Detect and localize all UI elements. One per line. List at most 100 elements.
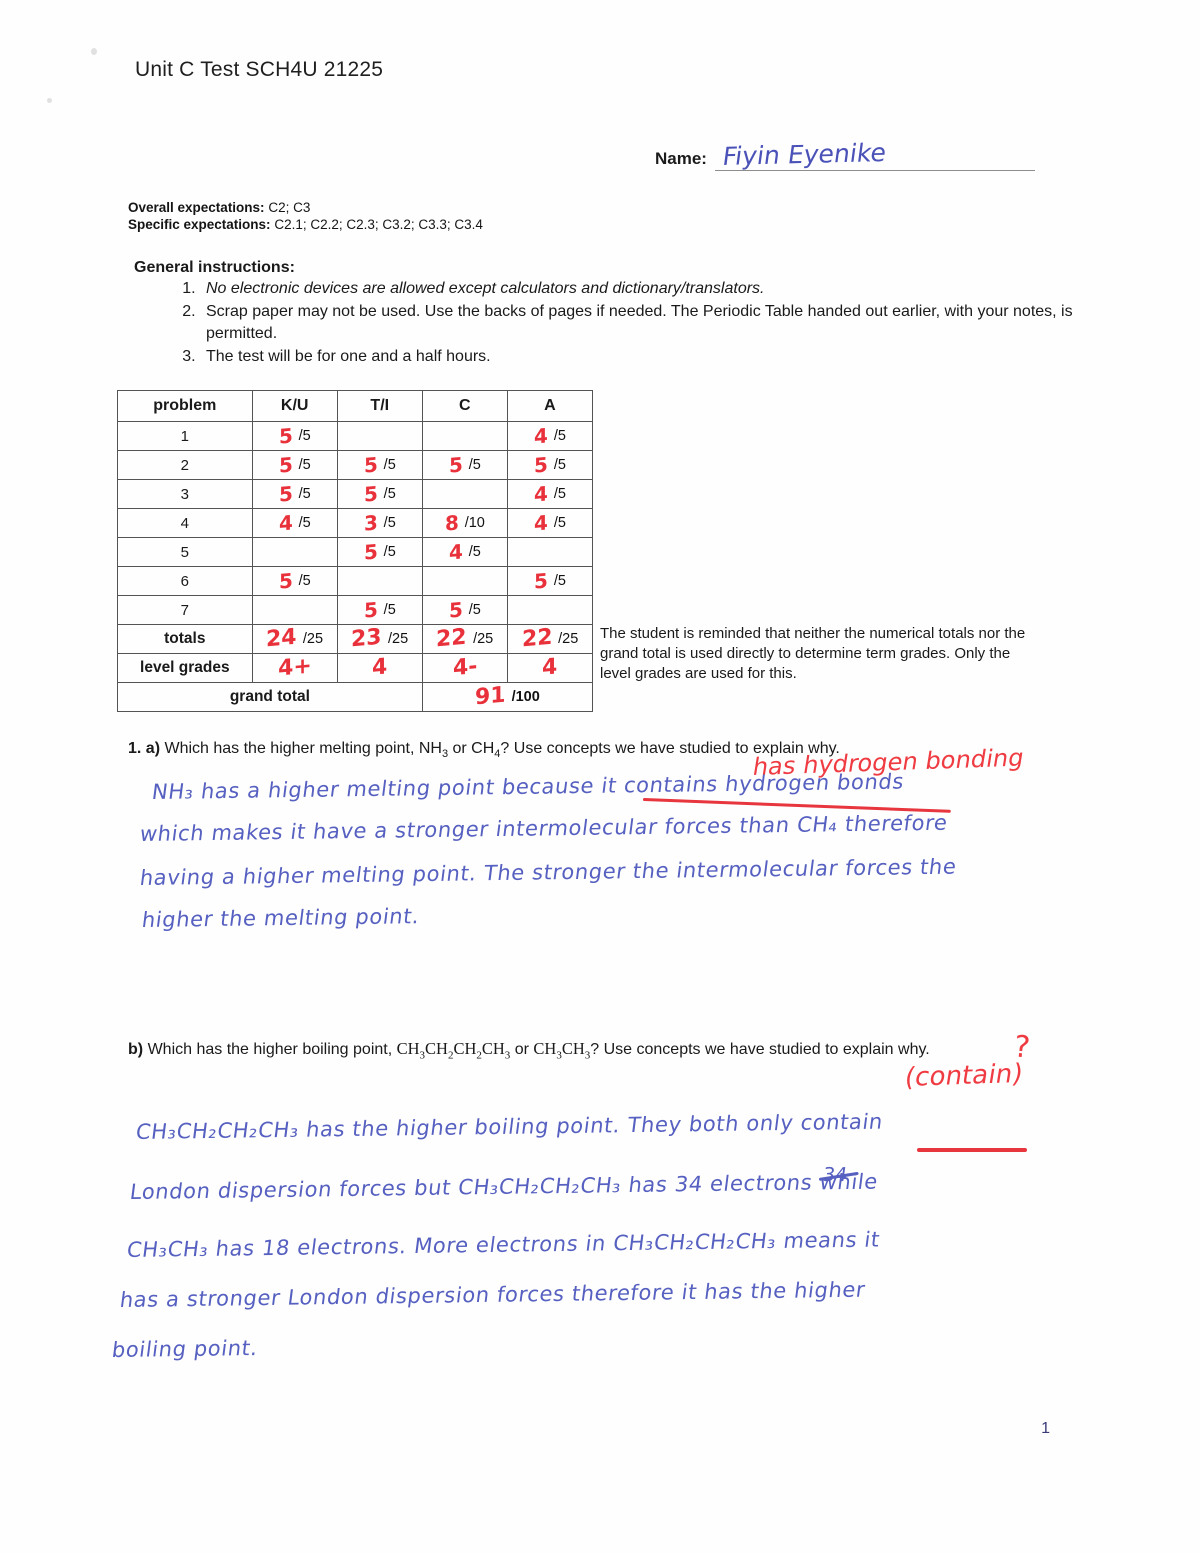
handwritten-mark: 4- bbox=[452, 653, 478, 682]
handwritten-mark: 4 bbox=[278, 510, 293, 536]
level-grade-ti: 4 bbox=[336, 653, 423, 683]
denominator: /5 bbox=[383, 486, 396, 502]
denominator: /5 bbox=[298, 457, 311, 473]
denominator: /25 bbox=[473, 631, 494, 647]
scan-speck bbox=[47, 98, 52, 103]
score-cell-ku bbox=[251, 595, 338, 625]
handwritten-mark: 22 bbox=[436, 624, 468, 653]
score-cell-a bbox=[506, 595, 594, 625]
grand-total-label: grand total bbox=[117, 682, 423, 712]
instruction-text: The test will be for one and a half hour… bbox=[206, 347, 491, 365]
score-cell-ti bbox=[336, 566, 423, 596]
score-cell-a: 5/5 bbox=[506, 450, 594, 480]
denominator: /5 bbox=[383, 544, 396, 560]
row-label: 5 bbox=[117, 537, 253, 567]
table-row: 6 5/5 5/5 bbox=[117, 566, 594, 596]
instruction-item: Scrap paper may not be used. Use the bac… bbox=[200, 301, 1100, 346]
score-cell-a: 4/5 bbox=[506, 508, 594, 538]
answer-1b-line: CH₃CH₃ has 18 electrons. More electrons … bbox=[125, 1227, 882, 1262]
handwritten-mark: 24 bbox=[266, 624, 297, 653]
denominator: /5 bbox=[383, 515, 396, 531]
totals-cell-ku: 24/25 bbox=[251, 624, 338, 654]
handwritten-mark: 5 bbox=[363, 539, 378, 565]
handwritten-mark: 23 bbox=[351, 624, 382, 653]
handwritten-mark: 4 bbox=[448, 539, 463, 565]
column-header-c: C bbox=[421, 390, 508, 422]
score-cell-c bbox=[421, 421, 508, 451]
handwritten-mark: 4 bbox=[533, 481, 548, 507]
handwritten-mark: 5 bbox=[278, 568, 293, 594]
name-handwritten-value: Fiyin Eyenike bbox=[720, 138, 888, 171]
denominator: /5 bbox=[468, 544, 481, 560]
row-label: 2 bbox=[117, 450, 253, 480]
table-row: 2 5/5 5/5 5/5 5/5 bbox=[117, 450, 594, 480]
answer-1a-line: which makes it have a stronger intermole… bbox=[138, 810, 950, 846]
level-grade-ku: 4+ bbox=[251, 653, 338, 683]
answer-1b-line: London dispersion forces but CH₃CH₂CH₂CH… bbox=[128, 1169, 880, 1204]
page-number: 1 bbox=[1041, 1420, 1050, 1437]
denominator: /5 bbox=[553, 515, 566, 531]
score-cell-ku: 5/5 bbox=[251, 479, 338, 509]
handwritten-mark: 5 bbox=[278, 481, 293, 507]
column-header-problem: problem bbox=[117, 390, 253, 422]
denominator: /5 bbox=[553, 573, 566, 589]
answer-1b-line: CH₃CH₂CH₂CH₃ has the higher boiling poin… bbox=[134, 1109, 885, 1144]
handwritten-mark: 5 bbox=[363, 597, 378, 623]
instruction-item: The test will be for one and a half hour… bbox=[200, 346, 1100, 369]
score-cell-ti: 5/5 bbox=[336, 537, 423, 567]
denominator: /25 bbox=[558, 631, 579, 647]
score-cell-c bbox=[421, 479, 508, 509]
score-cell-ti: 5/5 bbox=[336, 595, 423, 625]
answer-1b-line: boiling point. bbox=[110, 1335, 260, 1362]
denominator: /10 bbox=[464, 515, 485, 531]
denominator: /5 bbox=[383, 602, 396, 618]
table-row: 3 5/5 5/5 4/5 bbox=[117, 479, 594, 509]
score-cell-ti: 3/5 bbox=[336, 508, 423, 538]
grand-total-value: 91/100 bbox=[421, 682, 594, 712]
handwritten-mark: 3 bbox=[363, 510, 378, 536]
answer-1b-line: has a stronger London dispersion forces … bbox=[118, 1277, 867, 1312]
row-label: 7 bbox=[117, 595, 253, 625]
totals-cell-a: 22/25 bbox=[506, 624, 594, 654]
level-grade-a: 4 bbox=[506, 653, 594, 683]
denominator: /5 bbox=[298, 428, 311, 444]
teacher-annotation-1b: (contain) bbox=[902, 1058, 1025, 1093]
handwritten-mark: 5 bbox=[278, 452, 293, 478]
totals-row: totals 24/25 23/25 22/25 22/25 bbox=[117, 624, 594, 654]
specific-expectations-row: Specific expectations: C2.1; C2.2; C2.3;… bbox=[128, 216, 483, 233]
denominator: /5 bbox=[553, 428, 566, 444]
score-cell-ti bbox=[336, 421, 423, 451]
question-1a-number: 1. a) bbox=[128, 740, 161, 757]
handwritten-mark: 5 bbox=[278, 423, 293, 449]
level-grades-row: level grades 4+ 4 4- 4 bbox=[117, 653, 594, 683]
handwritten-mark: 5 bbox=[363, 452, 378, 478]
denominator: /5 bbox=[298, 515, 311, 531]
handwritten-mark: 91 bbox=[475, 682, 506, 711]
handwritten-mark: 4 bbox=[533, 510, 548, 536]
score-cell-c: 5/5 bbox=[421, 595, 508, 625]
column-header-ku: K/U bbox=[251, 390, 338, 422]
score-cell-a: 5/5 bbox=[506, 566, 594, 596]
denominator: /5 bbox=[468, 457, 481, 473]
teacher-annotation-1b-question-mark: ? bbox=[1012, 1029, 1032, 1066]
table-header-row: problem K/U T/I C A bbox=[117, 390, 594, 422]
score-cell-c: 8/10 bbox=[421, 508, 508, 538]
score-cell-c: 4/5 bbox=[421, 537, 508, 567]
question-1b-text: Which has the higher boiling point, CH3C… bbox=[147, 1039, 930, 1062]
row-label: 6 bbox=[117, 566, 253, 596]
name-field: Name: Fiyin Eyenike bbox=[655, 138, 1035, 171]
denominator: /5 bbox=[553, 457, 566, 473]
level-grade-c: 4- bbox=[421, 653, 508, 683]
table-row: 7 5/5 5/5 bbox=[117, 595, 594, 625]
name-input-line[interactable]: Fiyin Eyenike bbox=[714, 138, 1035, 171]
answer-1a-line: having a higher melting point. The stron… bbox=[138, 854, 959, 890]
score-cell-ku: 5/5 bbox=[251, 566, 338, 596]
denominator: /5 bbox=[298, 486, 311, 502]
handwritten-mark: 5 bbox=[448, 452, 463, 478]
denominator: /25 bbox=[302, 631, 324, 647]
denominator: /5 bbox=[298, 573, 311, 589]
table-row: 1 5/5 4/5 bbox=[117, 421, 594, 451]
score-cell-ti: 5/5 bbox=[336, 479, 423, 509]
handwritten-mark: 5 bbox=[533, 568, 548, 594]
grading-note: The student is reminded that neither the… bbox=[600, 625, 1026, 682]
